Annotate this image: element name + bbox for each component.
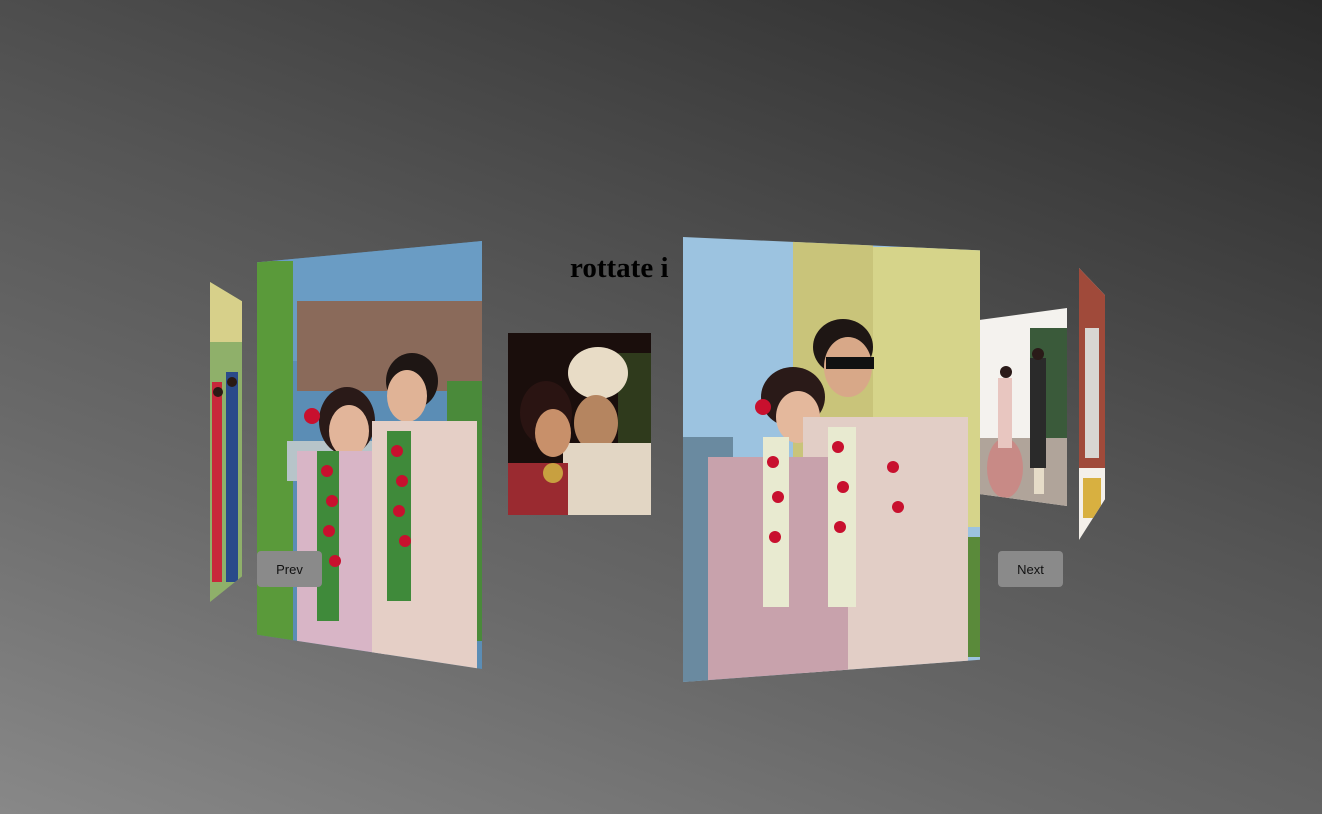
page-title: rottate i: [570, 252, 669, 284]
couple-photo-sliver: [1079, 268, 1105, 540]
couple-with-garlands-photo: [257, 241, 482, 669]
dancing-couple-photo: [980, 308, 1067, 506]
carousel-card-far-right[interactable]: [1079, 268, 1105, 540]
carousel-card-left[interactable]: [257, 241, 482, 669]
next-button[interactable]: Next: [998, 551, 1063, 587]
carousel-card-right[interactable]: [980, 308, 1067, 506]
image-carousel: [0, 0, 1322, 814]
couple-photo-thumbnail: [210, 282, 242, 602]
couple-in-sunglasses-photo: [683, 237, 980, 682]
prev-button[interactable]: Prev: [257, 551, 322, 587]
carousel-card-front[interactable]: [683, 237, 980, 682]
bride-and-groom-portrait: [508, 333, 651, 515]
carousel-card-center-back[interactable]: [508, 333, 651, 515]
carousel-card-far-left[interactable]: [210, 282, 242, 602]
